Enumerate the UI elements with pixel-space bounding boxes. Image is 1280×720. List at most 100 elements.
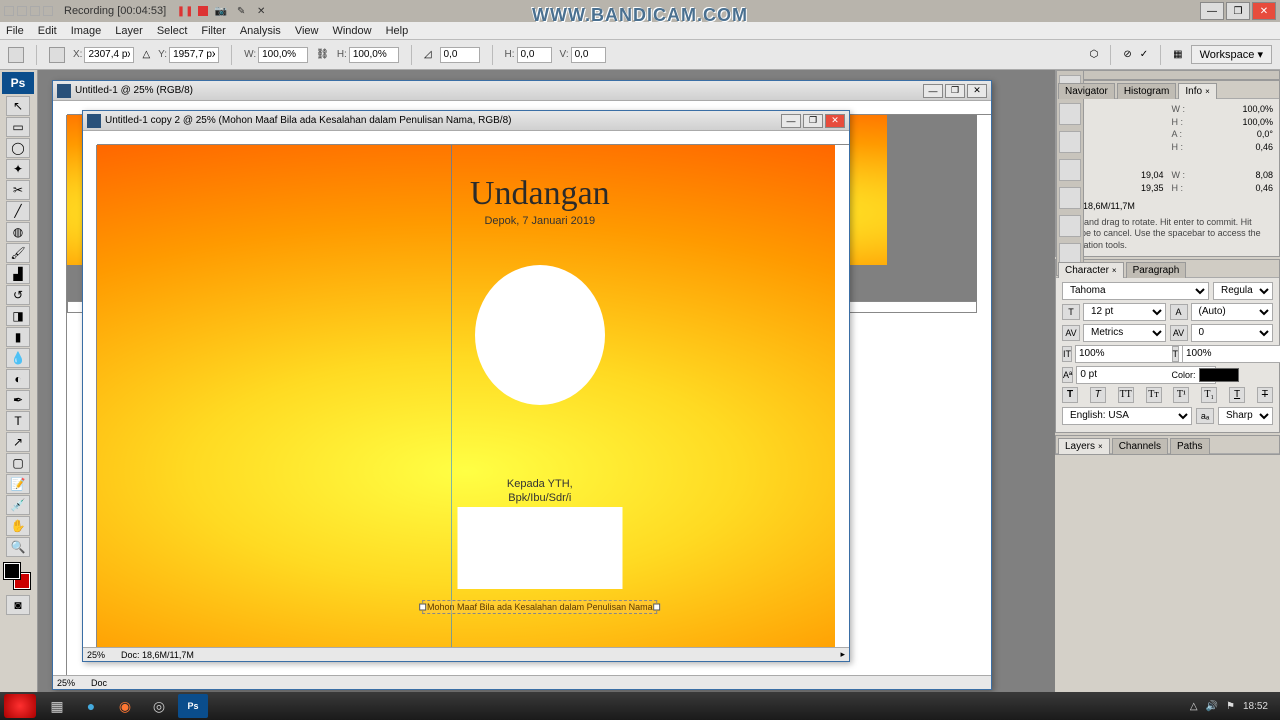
taskbar-photoshop-icon[interactable]: Ps <box>178 694 208 718</box>
text-color-swatch[interactable] <box>1199 368 1239 382</box>
menu-layer[interactable]: Layer <box>115 25 143 37</box>
bold-button[interactable]: T <box>1062 387 1078 403</box>
menu-analysis[interactable]: Analysis <box>240 25 281 37</box>
vskew-input[interactable] <box>571 47 606 63</box>
invite-apology-text-selected[interactable]: Mohon Maaf Bila ada Kesalahan dalam Penu… <box>422 600 658 614</box>
zoom-tool[interactable]: 🔍 <box>6 537 30 557</box>
stamp-tool[interactable]: ▟ <box>6 264 30 284</box>
superscript-button[interactable]: T¹ <box>1173 387 1189 403</box>
menu-help[interactable]: Help <box>386 25 409 37</box>
font-family-select[interactable]: Tahoma <box>1062 282 1209 300</box>
font-size-select[interactable]: 12 pt <box>1083 303 1166 321</box>
dodge-tool[interactable]: ◐ <box>6 369 30 389</box>
angle-input[interactable] <box>440 47 480 63</box>
tray-flag-icon[interactable]: ⚑ <box>1226 701 1235 712</box>
quickmask-tool[interactable]: ◙ <box>6 595 30 615</box>
taskbar-explorer-icon[interactable]: ▦ <box>42 694 72 718</box>
foreground-color-swatch[interactable] <box>4 563 20 579</box>
warp-icon[interactable]: ⬡ <box>1090 49 1099 60</box>
tray-network-icon[interactable]: 🔊 <box>1206 701 1218 712</box>
panel-icon[interactable] <box>1059 187 1081 209</box>
panel-icon[interactable] <box>1059 159 1081 181</box>
panel-icon[interactable] <box>1059 131 1081 153</box>
doc2-zoom[interactable]: 25% <box>87 650 105 660</box>
w-input[interactable] <box>258 47 308 63</box>
gradient-tool[interactable]: ▮ <box>6 327 30 347</box>
tab-paragraph[interactable]: Paragraph <box>1126 262 1187 278</box>
menu-select[interactable]: Select <box>157 25 188 37</box>
doc1-zoom[interactable]: 25% <box>57 678 75 688</box>
kerning-select[interactable]: Metrics <box>1083 324 1166 342</box>
menu-filter[interactable]: Filter <box>201 25 225 37</box>
y-input[interactable] <box>169 47 219 63</box>
tray-up-icon[interactable]: △ <box>1190 701 1198 712</box>
tab-layers[interactable]: Layers× <box>1058 438 1110 454</box>
menu-window[interactable]: Window <box>332 25 371 37</box>
eyedropper-tool[interactable]: 💉 <box>6 495 30 515</box>
stop-icon[interactable] <box>198 6 208 16</box>
doc2-maximize[interactable]: ❐ <box>803 114 823 128</box>
menu-file[interactable]: File <box>6 25 24 37</box>
eraser-tool[interactable]: ◨ <box>6 306 30 326</box>
lasso-tool[interactable]: ◯ <box>6 138 30 158</box>
tray-time[interactable]: 18:52 <box>1243 701 1268 712</box>
panel-icon[interactable] <box>1059 215 1081 237</box>
panel-collapse-bar[interactable]: ◄◄ <box>1055 70 1280 80</box>
transform-tool-icon[interactable] <box>8 47 24 63</box>
tab-channels[interactable]: Channels <box>1112 438 1168 454</box>
doc2-minimize[interactable]: — <box>781 114 801 128</box>
hand-tool[interactable]: ✋ <box>6 516 30 536</box>
maximize-button[interactable]: ❐ <box>1226 2 1250 20</box>
doc2-close[interactable]: ✕ <box>825 114 845 128</box>
shape-tool[interactable]: ▢ <box>6 453 30 473</box>
crop-tool[interactable]: ✂ <box>6 180 30 200</box>
pen-tool[interactable]: ✒ <box>6 390 30 410</box>
aspect-link-icon[interactable]: ⛓ <box>316 49 329 60</box>
move-tool[interactable]: ↖ <box>6 96 30 116</box>
commit-transform-icon[interactable]: ✓ <box>1140 49 1148 60</box>
link-icon[interactable]: △ <box>142 49 150 60</box>
tab-navigator[interactable]: Navigator <box>1058 83 1115 99</box>
camera-icon[interactable]: 📷 <box>214 4 228 18</box>
notes-tool[interactable]: 📝 <box>6 474 30 494</box>
menu-image[interactable]: Image <box>71 25 102 37</box>
doc1-close[interactable]: ✕ <box>967 84 987 98</box>
path-tool[interactable]: ↗ <box>6 432 30 452</box>
language-select[interactable]: English: USA <box>1062 407 1192 425</box>
pause-icon[interactable]: ❚❚ <box>178 4 192 18</box>
underline-button[interactable]: T <box>1229 387 1245 403</box>
hskew-input[interactable] <box>517 47 552 63</box>
ref-point-icon[interactable] <box>49 47 65 63</box>
menu-edit[interactable]: Edit <box>38 25 57 37</box>
allcaps-button[interactable]: TT <box>1118 387 1134 403</box>
start-button[interactable] <box>4 694 36 718</box>
tracking-select[interactable]: 0 <box>1191 324 1274 342</box>
marquee-tool[interactable]: ▭ <box>6 117 30 137</box>
x-input[interactable] <box>84 47 134 63</box>
doc1-titlebar[interactable]: Untitled-1 @ 25% (RGB/8) — ❐ ✕ <box>53 81 991 101</box>
blur-tool[interactable]: 💧 <box>6 348 30 368</box>
type-tool[interactable]: T <box>6 411 30 431</box>
history-brush-tool[interactable]: ↺ <box>6 285 30 305</box>
tab-info[interactable]: Info× <box>1178 83 1216 99</box>
leading-select[interactable]: (Auto) <box>1191 303 1274 321</box>
color-swatches[interactable] <box>4 563 30 589</box>
tab-paths[interactable]: Paths <box>1170 438 1210 454</box>
font-style-select[interactable]: Regular <box>1213 282 1273 300</box>
heal-tool[interactable]: ◍ <box>6 222 30 242</box>
taskbar-firefox-icon[interactable]: ◉ <box>110 694 140 718</box>
hscale-input[interactable] <box>1182 345 1280 363</box>
antialias-select[interactable]: Sharp <box>1218 407 1273 425</box>
taskbar-media-icon[interactable]: ● <box>76 694 106 718</box>
smallcaps-button[interactable]: Tᴛ <box>1146 387 1162 403</box>
close-rec-icon[interactable]: ✕ <box>254 4 268 18</box>
italic-button[interactable]: T <box>1090 387 1106 403</box>
doc2-canvas[interactable]: Undangan Depok, 7 Januari 2019 Kepada YT… <box>97 145 835 647</box>
tab-character[interactable]: Character× <box>1058 262 1124 278</box>
wand-tool[interactable]: ✦ <box>6 159 30 179</box>
taskbar-chrome-icon[interactable]: ◎ <box>144 694 174 718</box>
workspace-dropdown[interactable]: Workspace ▾ <box>1191 45 1272 64</box>
close-button[interactable]: ✕ <box>1252 2 1276 20</box>
strikethrough-button[interactable]: T <box>1257 387 1273 403</box>
panel-icon[interactable] <box>1059 103 1081 125</box>
